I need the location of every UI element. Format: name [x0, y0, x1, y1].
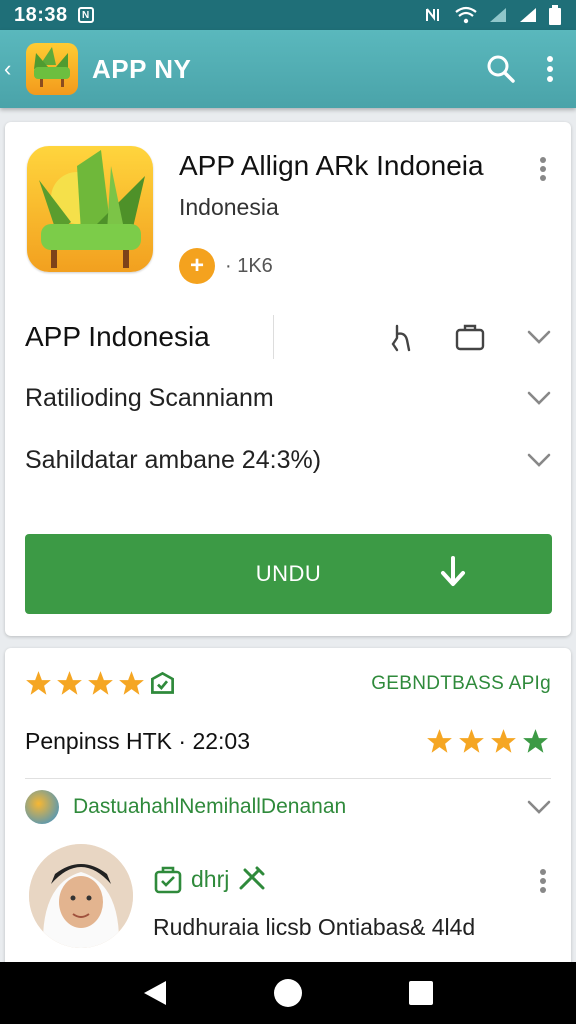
developer-row[interactable]: DastuahahlNemihallDenanan	[25, 790, 551, 824]
install-button-label: UNDU	[255, 561, 322, 586]
review-more-icon[interactable]	[539, 868, 547, 894]
chevron-down-icon[interactable]	[527, 330, 551, 344]
app-publisher: Indonesia	[179, 194, 279, 220]
home-nav-icon[interactable]	[273, 978, 303, 1008]
app-bar: ‹ APP NY	[0, 30, 576, 108]
app-details-card: APP Allign ARk Indoneia Indonesia + · 1K…	[5, 122, 571, 636]
download-count: · 1K6	[225, 254, 273, 277]
briefcase-icon[interactable]	[455, 323, 485, 351]
signal-muted-icon	[490, 8, 506, 22]
reviewer-row: dhrj	[153, 864, 267, 894]
more-reviews-link[interactable]: GEBNDTBASS APIg	[371, 673, 551, 695]
row-label: Ratilioding Scannianm	[25, 383, 274, 412]
reviewer-name: dhrj	[191, 865, 230, 892]
divider	[25, 778, 551, 779]
star-icon	[57, 671, 82, 695]
status-bar: 18:38 N	[0, 0, 576, 30]
install-button[interactable]: UNDU	[25, 534, 552, 614]
review-stars	[426, 728, 549, 755]
battery-icon	[549, 5, 561, 25]
row-label: APP Indonesia	[25, 321, 210, 352]
row-divider	[273, 315, 274, 359]
overall-rating-row: GEBNDTBASS APIg	[25, 670, 551, 697]
card-more-icon[interactable]	[539, 156, 547, 182]
review-text: Rudhuraia licsb Ontiabas& 4l4d	[153, 914, 476, 940]
badge-icon	[151, 671, 174, 694]
info-row-rating[interactable]: Ratilioding Scannianm	[5, 368, 571, 428]
back-arrow-icon[interactable]: ‹	[4, 56, 26, 82]
star-green-icon	[523, 729, 548, 753]
chevron-down-icon[interactable]	[527, 453, 551, 467]
notification-icon: N	[77, 7, 94, 23]
navigation-bar	[0, 962, 576, 1024]
developer-logo-icon	[25, 790, 59, 824]
status-icons	[424, 5, 562, 25]
developer-name: DastuahahlNemihallDenanan	[73, 795, 347, 818]
wifi-icon	[455, 6, 477, 24]
star-icon	[427, 729, 452, 753]
tools-icon	[239, 866, 265, 890]
status-time: 18:38	[14, 3, 68, 26]
tap-hand-icon[interactable]	[387, 322, 413, 352]
star-icon	[459, 729, 484, 753]
plus-badge-icon: +	[179, 248, 215, 284]
nfc-icon	[426, 8, 439, 21]
app-icon	[27, 146, 153, 272]
star-icon	[119, 671, 144, 695]
more-vert-icon[interactable]	[546, 55, 554, 83]
rating-stars	[25, 670, 176, 697]
recents-nav-icon[interactable]	[408, 980, 434, 1006]
signal-icon	[520, 8, 536, 22]
info-row-app[interactable]: APP Indonesia	[5, 307, 571, 367]
search-icon[interactable]	[486, 54, 516, 84]
back-nav-icon[interactable]	[142, 979, 168, 1007]
app-bar-title: APP NY	[92, 53, 192, 84]
info-row-size[interactable]: Sahildatar ambane 24:3%)	[5, 430, 571, 490]
star-icon	[26, 671, 51, 695]
app-name: APP Allign ARk Indoneia	[179, 150, 484, 181]
avatar	[29, 844, 133, 948]
star-icon	[88, 671, 113, 695]
star-icon	[491, 729, 516, 753]
download-icon	[441, 556, 465, 586]
chevron-down-icon[interactable]	[527, 391, 551, 405]
review-meta: Penpinss HTK · 22:03	[25, 728, 251, 754]
reviews-card: GEBNDTBASS APIg Penpinss HTK · 22:03 Das…	[5, 648, 571, 978]
download-badge: + · 1K6	[179, 248, 273, 284]
verified-bag-icon	[154, 866, 182, 894]
app-logo-icon	[26, 43, 78, 95]
chevron-down-icon[interactable]	[527, 800, 551, 814]
row-label: Sahildatar ambane 24:3%)	[25, 445, 322, 474]
